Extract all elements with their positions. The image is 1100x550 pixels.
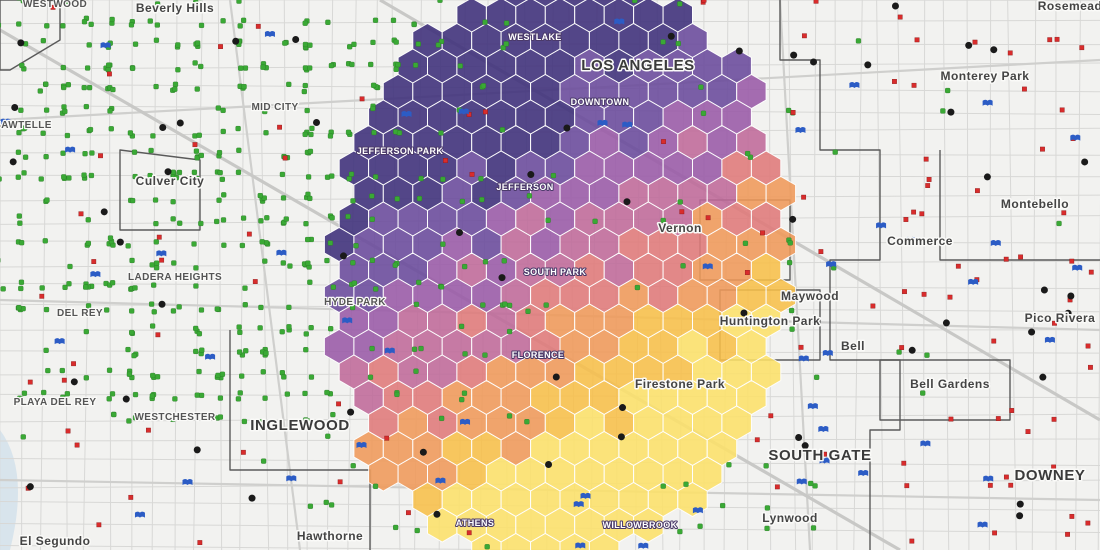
map-label: Monterey Park [941, 69, 1030, 83]
map-label: WESTWOOD [23, 0, 87, 10]
map-label: DEL REY [57, 308, 103, 319]
map-label: Maywood [781, 289, 839, 303]
map-label: El Segundo [20, 534, 91, 548]
map-label: SOUTH PARK [524, 267, 587, 277]
map-label: Bell [841, 339, 865, 353]
map-label: HYDE PARK [324, 297, 386, 308]
map-label: Montebello [1001, 197, 1069, 211]
ocean [0, 430, 18, 550]
map-label: SOUTH GATE [768, 447, 871, 464]
map-viewport[interactable]: LOS ANGELES INGLEWOOD SOUTH GATE DOWNEY Beve… [0, 0, 1100, 550]
map-label: Pico Rivera [1025, 311, 1096, 325]
map-label: Firestone Park [635, 377, 725, 391]
map-label: WILLOWBROOK [603, 520, 678, 530]
map-label: Vernon [658, 221, 702, 235]
map-label: PLAYA DEL REY [14, 397, 97, 408]
map-label: JEFFERSON [496, 182, 553, 192]
map-label: MID CITY [251, 102, 298, 113]
map-label: Huntington Park [720, 314, 821, 328]
map-label: JEFFERSON PARK [357, 146, 444, 156]
map-label: Hawthorne [297, 529, 363, 543]
map-label: Commerce [887, 234, 953, 248]
map-label: LOS ANGELES [581, 57, 695, 74]
map-label: Beverly Hills [136, 1, 214, 15]
map-label: DOWNEY [1014, 467, 1085, 484]
map-label: Culver City [136, 174, 205, 188]
map-label: ATHENS [456, 518, 495, 528]
map-canvas[interactable]: LOS ANGELES INGLEWOOD SOUTH GATE DOWNEY Beve… [0, 0, 1100, 550]
map-label: SAWTELLE [0, 120, 52, 131]
map-label: WESTCHESTER [134, 412, 215, 423]
map-label: Lynwood [762, 511, 818, 525]
map-label: Rosemead [1038, 0, 1100, 13]
map-label: LADERA HEIGHTS [128, 272, 222, 283]
map-label: INGLEWOOD [250, 417, 350, 434]
map-label: FLORENCE [512, 350, 564, 360]
map-label: DOWNTOWN [571, 97, 630, 107]
map-label: WESTLAKE [508, 32, 561, 42]
map-label: Bell Gardens [910, 377, 990, 391]
